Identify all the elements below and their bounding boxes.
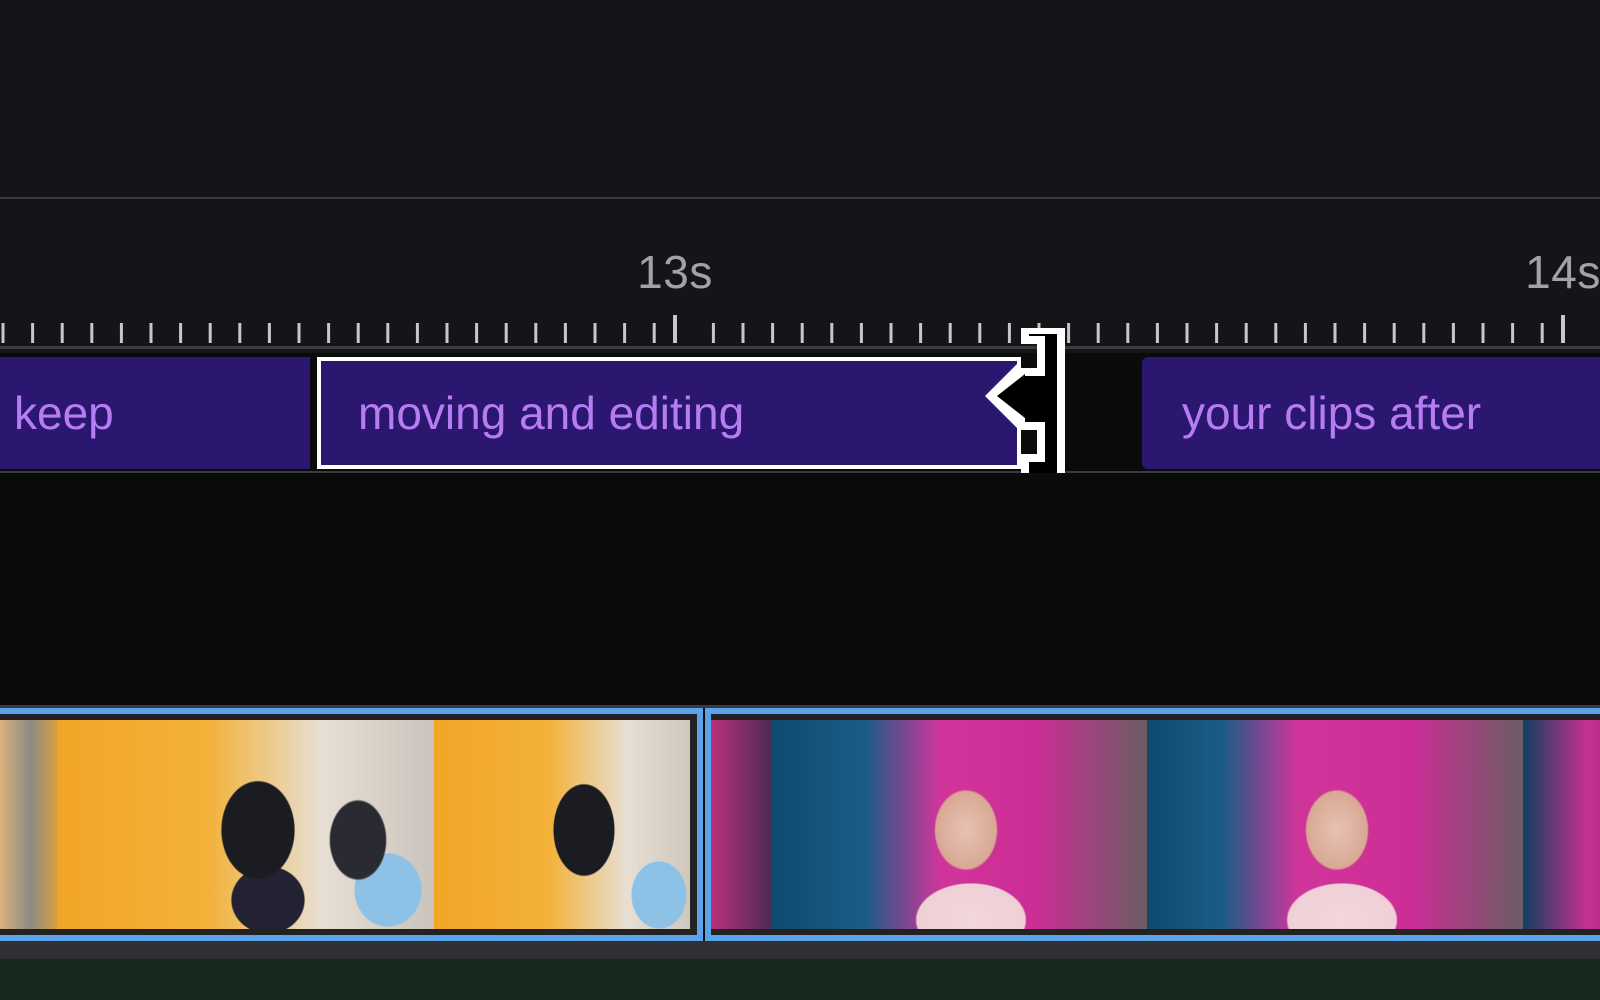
- video-frame: [58, 720, 434, 929]
- empty-track: [0, 473, 1600, 705]
- ruler-label-13s: 13s: [637, 246, 713, 298]
- video-frame: [711, 720, 771, 929]
- caption-clip-text: your clips after: [1182, 387, 1482, 439]
- video-frame: [434, 720, 690, 929]
- ruler-ticks: [1, 315, 1565, 343]
- preview-area: [0, 0, 1600, 198]
- caption-clip-text: moving and editing: [358, 387, 745, 439]
- caption-clip-text: keep: [14, 387, 114, 439]
- audio-track[interactable]: [0, 959, 1600, 1000]
- video-clip-studio[interactable]: [705, 708, 1600, 941]
- ruler-label-14s: 14s: [1525, 246, 1600, 298]
- caption-clip-keep[interactable]: keep: [0, 357, 310, 469]
- time-ruler[interactable]: 13s 14s: [0, 199, 1600, 351]
- video-clip-friends[interactable]: [0, 708, 703, 941]
- video-frame: [1147, 720, 1523, 929]
- video-frame: [771, 720, 1147, 929]
- ruler-baseline: [0, 346, 1600, 349]
- track-divider: [0, 941, 1600, 959]
- caption-clip-selected[interactable]: moving and editing: [317, 357, 1021, 469]
- caption-clip-after[interactable]: your clips after: [1142, 357, 1600, 469]
- video-frame: [1523, 720, 1600, 929]
- video-frame: [0, 720, 60, 929]
